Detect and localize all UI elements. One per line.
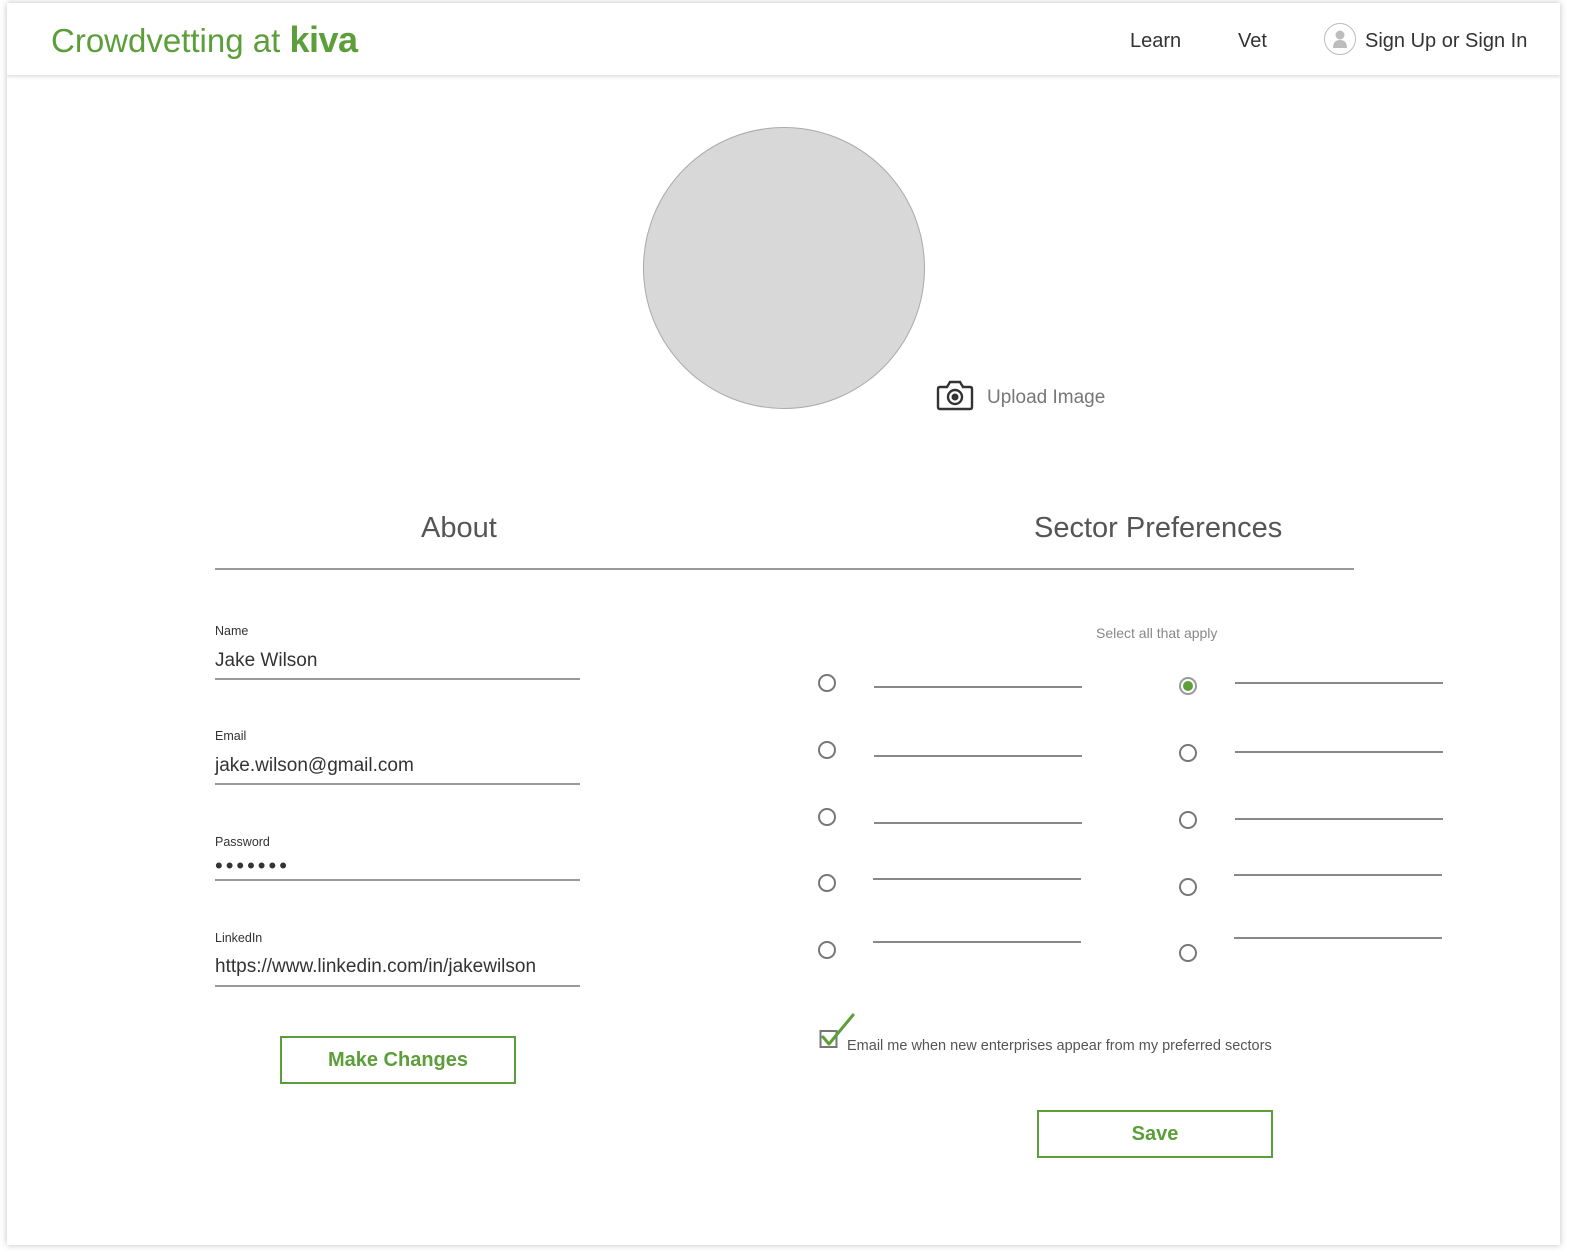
sector-radio-right-5[interactable] (1179, 944, 1197, 962)
email-label: Email (215, 729, 247, 743)
sector-label-line (1235, 682, 1443, 684)
camera-icon (936, 377, 974, 418)
make-changes-button[interactable]: Make Changes (280, 1036, 516, 1084)
name-field[interactable]: Jake Wilson (215, 650, 317, 672)
logo-brand: kiva (289, 19, 358, 60)
upload-image-label: Upload Image (987, 387, 1106, 408)
password-label: Password (215, 835, 270, 849)
name-label: Name (215, 624, 249, 638)
linkedin-field-underline (215, 985, 580, 987)
tab-about[interactable]: About (421, 512, 497, 545)
top-navbar: Crowdvetting at kiva Learn Vet Sign Up o… (7, 3, 1560, 75)
select-all-hint: Select all that apply (1096, 625, 1218, 641)
linkedin-label: LinkedIn (215, 931, 263, 945)
sector-label-line (873, 941, 1081, 943)
sector-label-line (1234, 937, 1442, 939)
email-opt-in-label: Email me when new enterprises appear fro… (847, 1038, 1272, 1054)
tab-divider (215, 568, 1354, 570)
sector-radio-left-2[interactable] (818, 741, 836, 759)
sector-radio-right-3[interactable] (1179, 811, 1197, 829)
app-frame: Crowdvetting at kiva Learn Vet Sign Up o… (7, 3, 1560, 1245)
tab-sector-preferences[interactable]: Sector Preferences (1034, 512, 1282, 545)
sector-label-line (1235, 818, 1443, 820)
sector-label-line (873, 878, 1081, 880)
sector-label-line (1234, 874, 1442, 876)
sector-radio-right-4[interactable] (1179, 878, 1197, 896)
sector-radio-left-5[interactable] (818, 941, 836, 959)
sector-radio-left-4[interactable] (818, 874, 836, 892)
sector-label-line (874, 686, 1082, 688)
sector-label-line (1235, 751, 1443, 753)
sector-label-line (874, 755, 1082, 757)
logo[interactable]: Crowdvetting at kiva (51, 19, 358, 61)
email-field[interactable]: jake.wilson@gmail.com (215, 755, 414, 777)
nav-learn[interactable]: Learn (1130, 30, 1181, 53)
password-field[interactable]: ••••••• (215, 853, 290, 879)
nav-sign-in[interactable]: Sign Up or Sign In (1365, 30, 1527, 53)
save-button[interactable]: Save (1037, 1110, 1273, 1158)
sector-radio-left-1[interactable] (818, 674, 836, 692)
sector-radio-right-1[interactable] (1179, 677, 1197, 695)
name-field-underline (215, 678, 580, 680)
logo-prefix: Crowdvetting at (51, 22, 281, 59)
user-avatar-icon[interactable] (1324, 23, 1356, 55)
sector-radio-right-2[interactable] (1179, 744, 1197, 762)
email-field-underline (215, 783, 580, 785)
linkedin-field[interactable]: https://www.linkedin.com/in/jakewilson (215, 956, 536, 978)
sector-label-line (874, 822, 1082, 824)
sector-radio-left-3[interactable] (818, 808, 836, 826)
profile-photo-placeholder (643, 127, 925, 409)
password-field-underline (215, 879, 580, 881)
nav-vet[interactable]: Vet (1238, 30, 1267, 53)
